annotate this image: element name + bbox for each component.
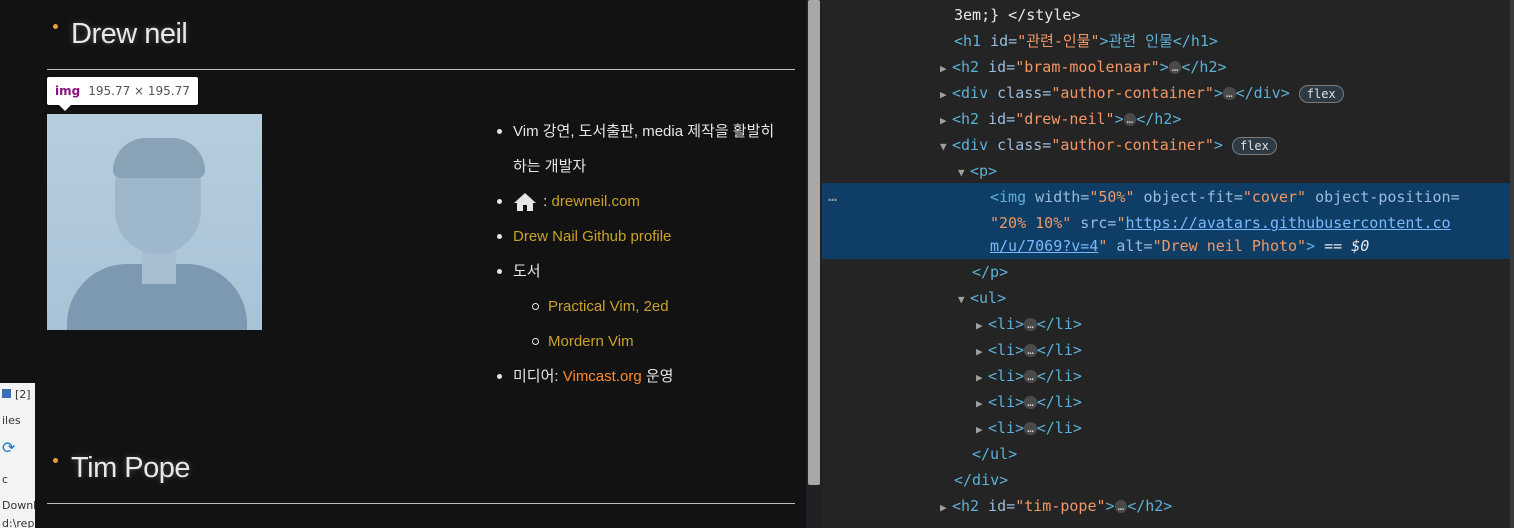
- dom-line-div-open[interactable]: ▼ <div class="author-container"> flex: [940, 132, 1277, 158]
- dom-line-img-cont2[interactable]: m/u/7069?v=4" alt="Drew neil Photo"> == …: [990, 233, 1369, 259]
- list-item: Mordern Vim: [532, 324, 793, 359]
- dom-line[interactable]: 3em;} </style>: [954, 2, 1080, 28]
- c-label: c: [2, 473, 9, 486]
- heading-bullet: [53, 24, 58, 29]
- dom-line-li[interactable]: ▶ <li>… </li>: [976, 389, 1082, 415]
- ellipsis-icon: …: [1024, 344, 1037, 357]
- dom-line-h2-bram[interactable]: ▶ <h2 id="bram-moolenaar">… </h2>: [940, 54, 1227, 80]
- path-label: d:\rep: [2, 517, 35, 528]
- dom-line-h2-tim[interactable]: ▶ <h2 id="tim-pope">… </h2>: [940, 493, 1172, 519]
- dom-line-div-close[interactable]: </div>: [954, 467, 1008, 493]
- ellipsis-icon: …: [1024, 422, 1037, 435]
- expand-triangle-icon: ▶: [940, 501, 947, 514]
- more-actions-icon[interactable]: …: [828, 183, 837, 209]
- collapse-triangle-icon: ▼: [958, 293, 965, 306]
- content-page: Drew neil img 195.77 × 195.77 Vim 강연, 도서…: [35, 0, 806, 528]
- ellipsis-icon: …: [1024, 396, 1037, 409]
- author-info-list: Vim 강연, 도서출판, media 제작을 활발히 하는 개발자 : dre…: [497, 114, 793, 394]
- ellipsis-icon: …: [1168, 61, 1182, 74]
- expand-triangle-icon: ▶: [940, 62, 947, 75]
- info-line: 하는 개발자: [513, 158, 587, 175]
- ellipsis-icon: …: [1114, 500, 1128, 513]
- author-photo[interactable]: [47, 114, 262, 330]
- book-link[interactable]: Mordern Vim: [548, 333, 634, 350]
- dom-line-div[interactable]: ▶ <div class="author-container">… </div> f…: [940, 80, 1344, 106]
- expand-triangle-icon: ▶: [976, 397, 983, 410]
- flex-badge: flex: [1231, 136, 1277, 155]
- list-item: Drew Nail Github profile: [497, 219, 793, 254]
- github-profile-link[interactable]: Drew Nail Github profile: [513, 228, 671, 245]
- devtools-scrollbar[interactable]: [1510, 0, 1514, 528]
- refresh-icon: ⟳: [2, 438, 16, 457]
- photo-hair: [113, 138, 205, 178]
- inspect-tooltip: img 195.77 × 195.77: [47, 77, 198, 111]
- expand-triangle-icon: ▶: [940, 88, 947, 101]
- separator-text: :: [539, 193, 552, 210]
- heading-rule: [47, 503, 795, 504]
- dom-line-li[interactable]: ▶ <li>… </li>: [976, 415, 1082, 441]
- dom-line-li[interactable]: ▶ <li>… </li>: [976, 311, 1082, 337]
- ellipsis-icon: …: [1024, 370, 1037, 383]
- homepage-link[interactable]: drewneil.com: [552, 193, 640, 210]
- tooltip-dimensions: 195.77 × 195.77: [88, 84, 190, 98]
- downloads-label: Downl: [2, 499, 35, 512]
- devtools-elements-panel: 3em;} </style> <h1 id="관련-인물">관련 인물</h1>…: [822, 0, 1514, 528]
- img-src-link: https://avatars.githubusercontent.co: [1125, 214, 1451, 232]
- heading-rule: [47, 69, 795, 70]
- dom-line-p-close[interactable]: </p>: [972, 259, 1008, 285]
- list-item: : drewneil.com: [497, 184, 793, 219]
- dom-line-li[interactable]: ▶ <li>… </li>: [976, 363, 1082, 389]
- expand-triangle-icon: ▶: [976, 371, 983, 384]
- info-line: Vim 강연, 도서출판, media 제작을 활발히: [513, 123, 775, 140]
- dom-line-img[interactable]: <img width="50%" object-fit="cover" obje…: [990, 184, 1460, 210]
- ellipsis-icon: …: [1222, 87, 1236, 100]
- ellipsis-icon: …: [1123, 113, 1137, 126]
- collapse-triangle-icon: ▼: [940, 140, 947, 153]
- vimcast-link[interactable]: Vimcast.org: [563, 368, 642, 385]
- book-link[interactable]: Practical Vim, 2ed: [548, 298, 669, 315]
- img-src-link: m/u/7069?v=4: [990, 237, 1099, 255]
- scrollbar-thumb[interactable]: [808, 0, 820, 485]
- list-item: 도서 Practical Vim, 2ed Mordern Vim: [497, 254, 793, 359]
- books-list: Practical Vim, 2ed Mordern Vim: [513, 289, 793, 359]
- dom-line-h1[interactable]: <h1 id="관련-인물">관련 인물</h1>: [954, 28, 1218, 54]
- media-suffix: 운영: [641, 368, 674, 385]
- books-label: 도서: [513, 263, 541, 280]
- window-count: [2]: [2, 388, 31, 401]
- tooltip-tag: img: [55, 84, 81, 98]
- home-icon: [514, 193, 536, 212]
- list-item: 미디어: Vimcast.org 운영: [497, 359, 793, 394]
- expand-triangle-icon: ▶: [976, 319, 983, 332]
- background-window-fragment: [2] iles ⟳ c Downl d:\rep: [0, 383, 35, 528]
- files-label: iles: [2, 414, 21, 427]
- dom-line-p[interactable]: ▼ <p>: [958, 158, 997, 184]
- expand-triangle-icon: ▶: [940, 114, 947, 127]
- dom-line-ul[interactable]: ▼ <ul>: [958, 285, 1006, 311]
- page-scrollbar[interactable]: [806, 0, 822, 528]
- flex-badge: flex: [1298, 84, 1344, 103]
- dom-line-li[interactable]: ▶ <li>… </li>: [976, 337, 1082, 363]
- collapse-triangle-icon: ▼: [958, 166, 965, 179]
- ellipsis-icon: …: [1024, 318, 1037, 331]
- dom-line-h2-drew[interactable]: ▶ <h2 id="drew-neil">… </h2>: [940, 106, 1181, 132]
- heading-tim-pope: Tim Pope: [71, 452, 191, 484]
- list-item: Vim 강연, 도서출판, media 제작을 활발히 하는 개발자: [497, 114, 793, 184]
- dom-line-ul-close[interactable]: </ul>: [972, 441, 1017, 467]
- heading-bullet: [53, 458, 58, 463]
- media-prefix: 미디어:: [513, 368, 563, 385]
- list-item: Practical Vim, 2ed: [532, 289, 793, 324]
- expand-triangle-icon: ▶: [976, 345, 983, 358]
- expand-triangle-icon: ▶: [976, 423, 983, 436]
- heading-drew-neil: Drew neil: [71, 18, 188, 50]
